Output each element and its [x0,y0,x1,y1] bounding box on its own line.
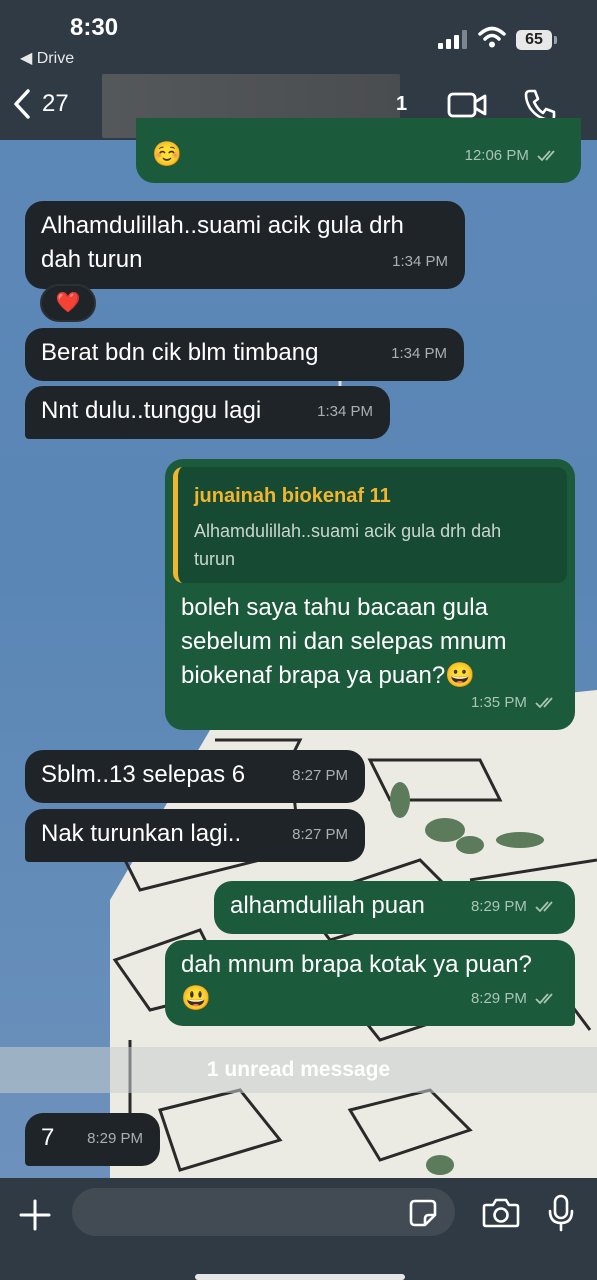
message-time: 8:29 PM [470,898,527,915]
incoming-message[interactable]: Alhamdulillah..suami acik gula drh dah t… [25,201,465,289]
message-meta: 1:35 PM [471,686,557,720]
attach-button[interactable] [18,1198,52,1237]
read-ticks-icon [535,901,553,913]
sticker-icon [409,1199,437,1227]
contact-name-suffix: 1 [396,93,408,115]
outgoing-message[interactable]: alhamdulilah puan 8:29 PM [214,881,575,934]
cellular-signal-icon [438,30,467,49]
voice-message-button[interactable] [547,1194,575,1237]
quote-author: junainah biokenaf 11 [194,485,391,507]
message-text: Berat bdn cik blm timbang [41,339,319,366]
unread-count: 27 [42,90,69,117]
message-time: 1:34 PM [391,345,447,362]
microphone-icon [548,1194,574,1232]
battery-icon: 65 [516,30,557,50]
message-text-line: dah mnum brapa kotak ya puan? [181,951,532,978]
message-meta: 8:29 PM [471,890,557,924]
message-text-line: dah turun [41,246,143,273]
chevron-left-icon [14,89,30,119]
message-time: 12:06 PM [464,147,529,164]
read-ticks-icon [537,150,555,162]
incoming-message[interactable]: Nnt dulu..tunggu lagi 1:34 PM [25,386,390,439]
message-time: 8:29 PM [470,990,527,1007]
video-camera-icon [447,92,487,118]
outgoing-message[interactable]: ☺️ 12:06 PM [136,118,581,183]
message-input[interactable] [72,1188,455,1236]
back-button[interactable]: 27 [12,88,69,120]
message-time: 8:29 PM [87,1130,143,1147]
message-text-line: Alhamdulillah..suami acik gula drh [41,212,404,239]
incoming-message[interactable]: Sblm..13 selepas 6 8:27 PM [25,750,365,803]
message-meta: 12:06 PM [465,139,559,173]
outgoing-reply-message[interactable]: junainah biokenaf 11 Alhamdulillah..suam… [165,459,575,730]
status-time: 8:30 [70,14,119,41]
message-meta: 8:29 PM [471,982,557,1016]
message-time: 1:34 PM [317,403,373,420]
unread-messages-banner: 1 unread message [0,1047,597,1093]
home-indicator [195,1274,405,1280]
back-to-app-link[interactable]: ◀ Drive [20,48,74,68]
heart-reaction[interactable]: ❤️ [40,284,96,322]
message-text-line: biokenaf brapa ya puan?😀 [181,662,476,689]
message-time: 8:27 PM [292,767,348,784]
sticker-button[interactable] [409,1199,437,1232]
plus-icon [19,1199,51,1231]
wifi-icon [478,26,506,53]
incoming-message[interactable]: Nak turunkan lagi.. 8:27 PM [25,809,365,862]
incoming-message[interactable]: 7 8:29 PM [25,1113,160,1166]
camera-icon [482,1198,520,1228]
phone-icon [524,89,556,122]
quote-text-line: Alhamdulillah..suami acik gula drh dah [194,521,502,541]
message-time: 8:27 PM [292,826,348,843]
reply-quote[interactable]: junainah biokenaf 11 Alhamdulillah..suam… [173,467,567,583]
read-ticks-icon [535,993,553,1005]
message-time: 1:35 PM [470,694,527,711]
incoming-message[interactable]: Berat bdn cik blm timbang 1:34 PM [25,328,464,381]
read-ticks-icon [535,697,553,709]
outgoing-message[interactable]: dah mnum brapa kotak ya puan? 😃 8:29 PM [165,940,575,1026]
message-text: ☺️ [152,141,182,168]
message-text-line: boleh saya tahu bacaan gula [181,594,488,621]
composer-bar [0,1178,597,1280]
quote-text-line: turun [194,549,236,569]
message-text-line: sebelum ni dan selepas mnum [181,628,507,655]
message-time: 1:34 PM [392,253,448,270]
camera-button[interactable] [482,1198,520,1233]
